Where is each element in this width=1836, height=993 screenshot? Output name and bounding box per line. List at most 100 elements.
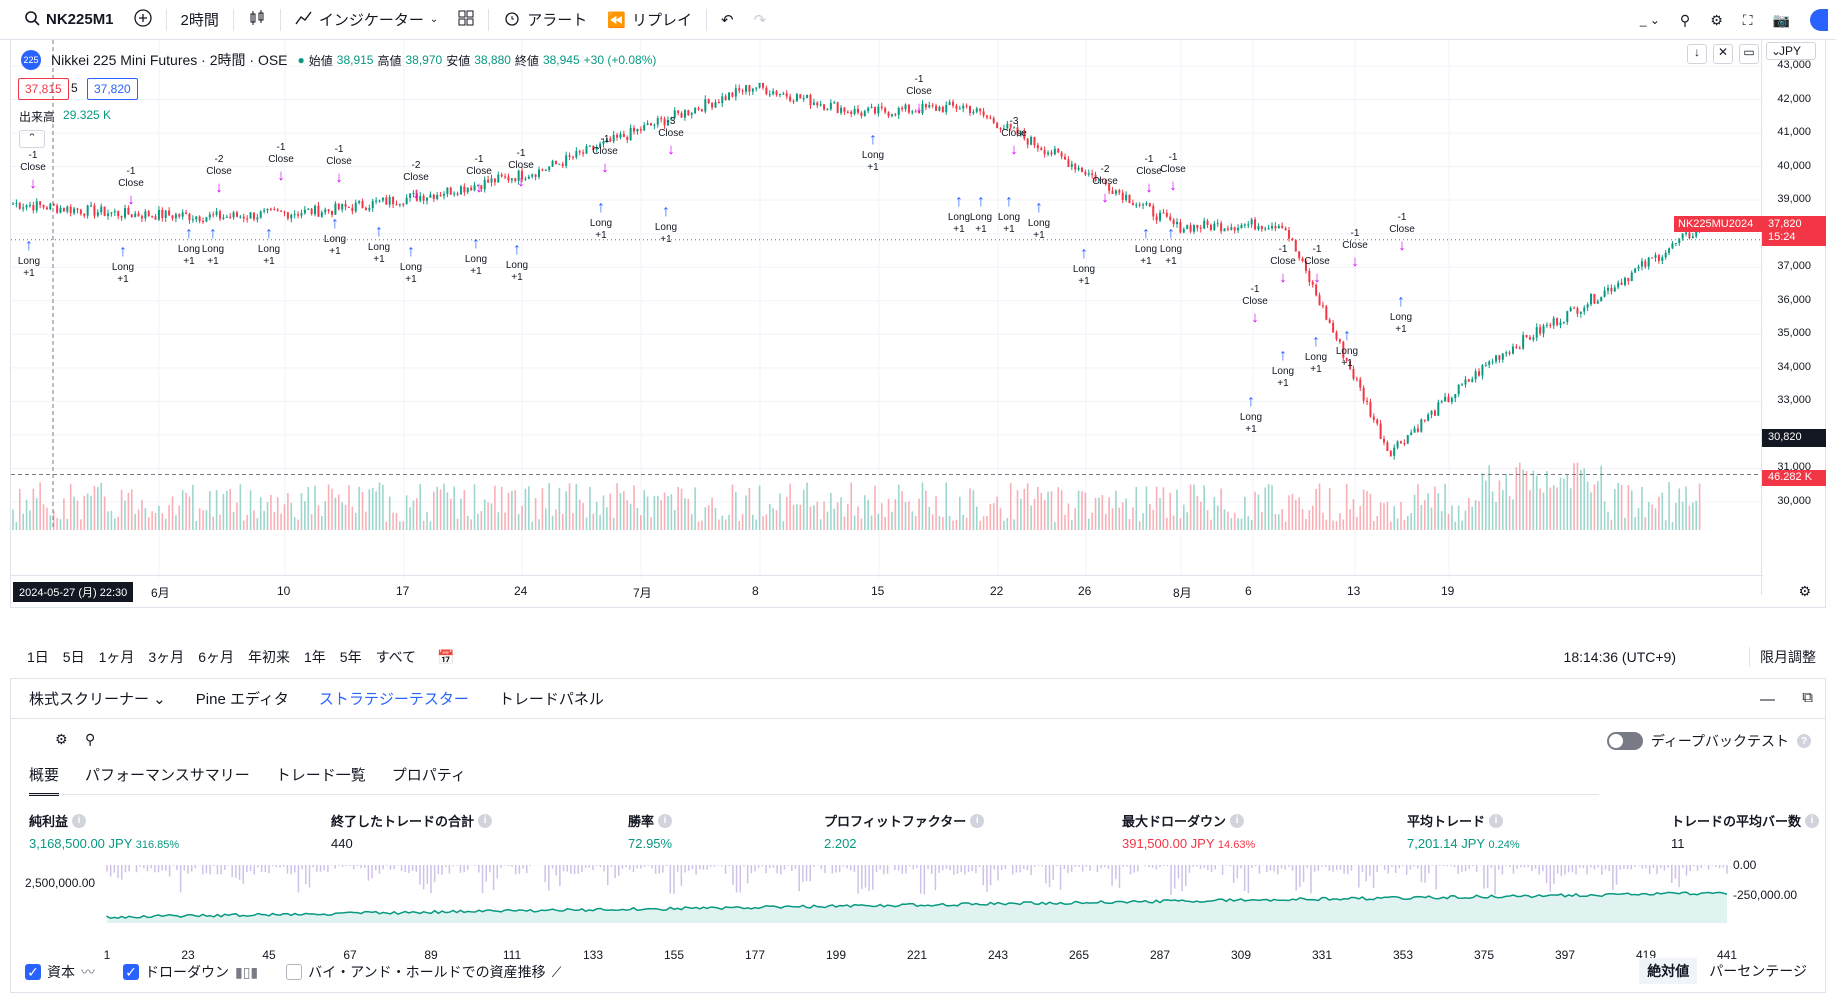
minimize-icon[interactable]: — [1760, 691, 1775, 708]
maximize-panel-icon[interactable]: ⧉ [1802, 689, 1813, 706]
alert-button[interactable]: アラート [493, 0, 597, 40]
clock[interactable]: 18:14:36 (UTC+9) [1564, 649, 1676, 665]
candle-body [229, 216, 232, 218]
undo-button[interactable]: ↶ [711, 0, 744, 40]
info-icon[interactable]: i [1230, 813, 1245, 828]
candle-body [785, 93, 788, 97]
camera-icon[interactable]: 📷 [1773, 12, 1790, 29]
price-tick: 41,000 [1777, 126, 1811, 139]
buy-price-box[interactable]: 37,820 [87, 78, 138, 100]
tab-strategy-tester[interactable]: ストラテジーテスター [319, 688, 469, 709]
subtab-properties[interactable]: プロパティ [392, 764, 466, 796]
info-icon[interactable]: i [478, 813, 493, 828]
candle-body [269, 208, 272, 210]
chart-pane[interactable]: 225 Nikkei 225 Mini Futures · 2時間 · OSE … [10, 40, 1826, 608]
time-tick: 22 [990, 584, 1004, 598]
last-price: 37,820 [1768, 218, 1802, 230]
info-icon[interactable]: ? [1797, 734, 1811, 748]
subtab-overview[interactable]: 概要 [29, 764, 60, 796]
collapse-icon[interactable]: ✕ [1713, 44, 1733, 64]
tab-pine-editor[interactable]: Pine エディタ [196, 688, 289, 709]
candle-body [1386, 442, 1389, 452]
timeframe-button[interactable]: 2時間 [171, 0, 229, 40]
sell-price-box[interactable]: 37,815 [18, 78, 69, 100]
range-5[interactable]: 年初来 [241, 647, 297, 667]
templates-button[interactable] [448, 0, 484, 40]
legend-title[interactable]: Nikkei 225 Mini Futures · 2時間 · OSE [51, 50, 288, 70]
range-2[interactable]: 1ヶ月 [92, 647, 142, 667]
long-label: Long [590, 218, 612, 229]
range-4[interactable]: 6ヶ月 [191, 647, 241, 667]
info-icon[interactable]: i [1805, 813, 1820, 828]
replay-button[interactable]: ⏪ リプレイ [597, 0, 702, 40]
range-8[interactable]: すべて [369, 647, 423, 667]
maximize-icon[interactable]: ▭ [1739, 44, 1759, 64]
long-qty: +1 [867, 162, 879, 173]
subtab-performance[interactable]: パフォーマンスサマリー [85, 764, 250, 796]
candle-body [700, 109, 703, 112]
subtab-trade-list[interactable]: トレード一覧 [276, 764, 366, 796]
tab-trading-panel[interactable]: トレードパネル [499, 688, 604, 709]
candle-body [887, 112, 890, 116]
axis-settings-icon[interactable]: ⚙ [1798, 583, 1811, 600]
arrow-down-icon[interactable]: ↓ [1687, 44, 1707, 64]
volume-bar [721, 515, 724, 530]
close-arrow-icon: ↓ [277, 167, 285, 184]
volume-bar [205, 510, 208, 530]
volume-bar [246, 514, 248, 530]
buyhold-checkbox[interactable]: バイ・アンド・ホールドでの資産推移 ⟋ [286, 962, 561, 982]
info-icon[interactable]: i [970, 813, 985, 828]
equity-chart[interactable]: 2,500,000.00 0.00 -250,000.00 1 23 45 67 89 111 1… [11, 857, 1827, 967]
symbol-search[interactable]: NK225M1 [14, 0, 124, 40]
gear-icon[interactable]: ⚙ [1710, 12, 1723, 29]
volume-bar [1613, 489, 1616, 530]
candle-body [154, 216, 157, 220]
volume-bar [1037, 487, 1039, 530]
layout-dropdown[interactable]: _ ⌄ [1640, 13, 1660, 27]
candle-body [873, 106, 876, 114]
info-icon[interactable]: i [72, 813, 87, 828]
candle-body [1189, 225, 1192, 232]
contract-adjust[interactable]: 限月調整 [1749, 647, 1816, 667]
long-label: Long [1336, 346, 1358, 357]
equity-x-tick: 353 [1393, 948, 1413, 962]
currency-select[interactable]: JPY ⌄ [1766, 42, 1816, 60]
info-icon[interactable]: i [658, 813, 673, 828]
range-6[interactable]: 1年 [297, 647, 333, 667]
drawdown-checkbox[interactable]: ✓ ドローダウン ▮▯▮ [123, 962, 258, 982]
range-3[interactable]: 3ヶ月 [141, 647, 191, 667]
info-icon[interactable]: i [1489, 813, 1504, 828]
indicators-button[interactable]: インジケーター ⌄ [285, 0, 448, 40]
range-1[interactable]: 5日 [56, 647, 92, 667]
volume-bar [1600, 465, 1603, 530]
range-7[interactable]: 5年 [333, 647, 369, 667]
compare-button[interactable] [124, 0, 162, 40]
close-label: Close [1342, 240, 1368, 251]
deep-backtest-toggle[interactable]: ディープバックテスト ? [1606, 731, 1811, 751]
calendar-icon[interactable]: 📅 [437, 649, 454, 666]
range-0[interactable]: 1日 [20, 647, 56, 667]
settings-icon[interactable]: ⚙ [55, 731, 68, 748]
volume-bar [1573, 463, 1575, 530]
volume-bar [83, 495, 86, 530]
volume-bar [1094, 497, 1097, 530]
time-axis[interactable]: 2024-05-27 (月) 22:30 6月 10 17 24 7月 8 15 22 26 8月… [11, 575, 1763, 607]
chart-type-button[interactable] [238, 0, 276, 40]
fullscreen-icon[interactable]: ⛶ [1743, 12, 1753, 29]
tab-screener[interactable]: 株式スクリーナー ⌄ [29, 688, 166, 709]
absolute-button[interactable]: 絶対値 [1639, 958, 1698, 984]
long-qty: +1 [595, 230, 607, 241]
volume-bar [1206, 510, 1209, 530]
publish-button[interactable] [1810, 9, 1828, 31]
candle-body [1478, 371, 1481, 376]
price-chart[interactable]: ↑Long+1↑Long+1↑Long+1↑Long+1↑Long+1↑Long… [11, 40, 1763, 578]
toggle-switch[interactable] [1606, 732, 1643, 750]
candle-body [1206, 220, 1209, 225]
candle-body [1192, 224, 1195, 232]
chart-search-icon[interactable]: ⚲ [85, 731, 95, 748]
equity-checkbox[interactable]: ✓ 資本〰 [25, 962, 95, 982]
quick-search-icon[interactable]: ⚲ [1680, 12, 1690, 29]
redo-button[interactable]: ↷ [744, 0, 777, 40]
price-axis[interactable]: JPY ⌄ 43,00042,00041,00040,00039,00038,0… [1674, 40, 1826, 595]
percent-button[interactable]: パーセンテージ [1705, 958, 1811, 984]
